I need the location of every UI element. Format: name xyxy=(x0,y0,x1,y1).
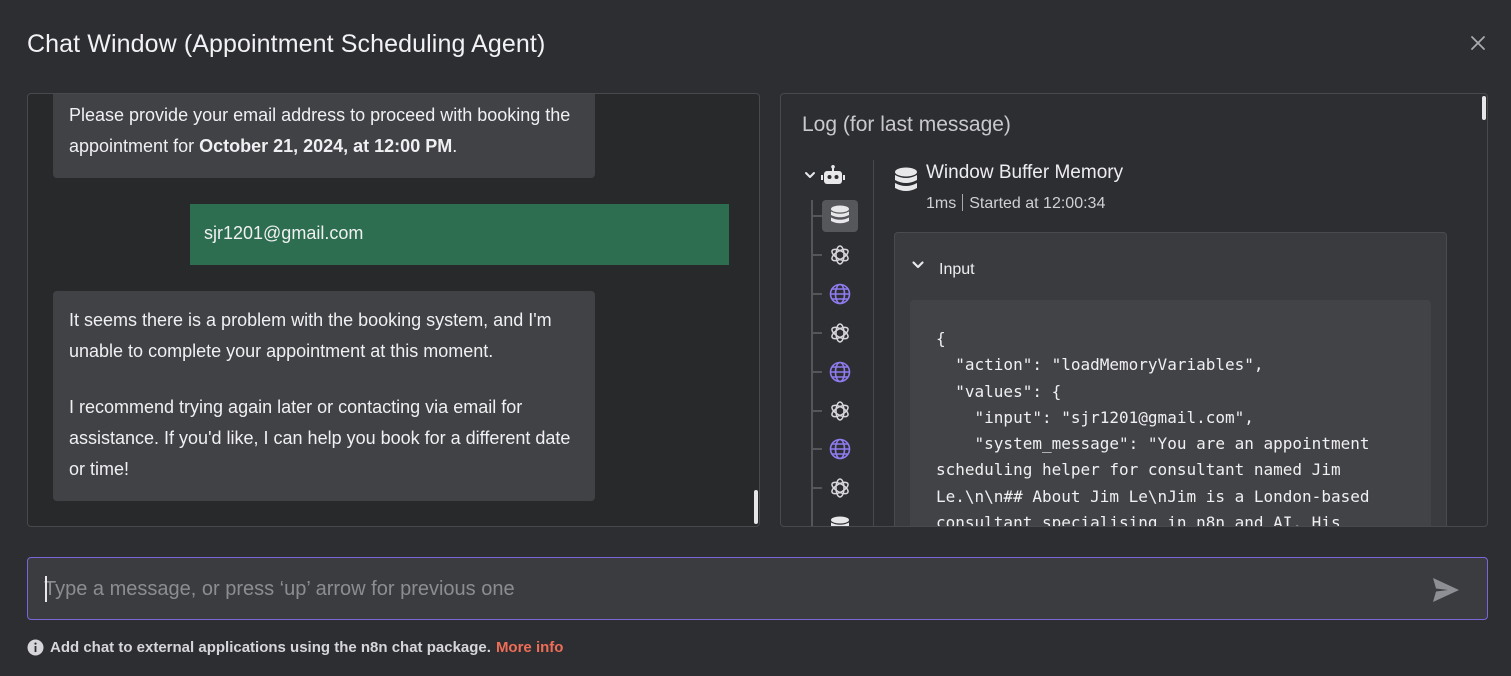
database-icon xyxy=(831,516,849,526)
message-bold-text: October 21, 2024, at 12:00 PM xyxy=(199,136,453,156)
window-title: Chat Window (Appointment Scheduling Agen… xyxy=(27,30,546,58)
tree-node-http-request[interactable] xyxy=(822,433,858,465)
log-scrollbar[interactable] xyxy=(1482,96,1486,120)
bot-message: It seems there is a problem with the boo… xyxy=(53,291,595,501)
log-title: Log (for last message) xyxy=(802,113,1011,136)
tree-node-window-buffer-memory[interactable] xyxy=(822,200,858,232)
database-icon xyxy=(895,167,917,191)
tree-connector xyxy=(812,410,822,412)
send-icon[interactable] xyxy=(1431,576,1461,604)
globe-icon xyxy=(829,361,851,383)
input-json-code: { "action": "loadMemoryVariables", "valu… xyxy=(936,329,1370,527)
input-section-label[interactable]: Input xyxy=(939,261,975,279)
database-icon xyxy=(831,205,849,224)
globe-icon xyxy=(829,283,851,305)
node-duration: 1ms xyxy=(926,195,957,212)
chat-scrollbar[interactable] xyxy=(754,490,758,524)
node-started-at: Started at 12:00:34 xyxy=(969,195,1106,212)
chat-messages-panel[interactable]: Please provide your email address to pro… xyxy=(27,93,760,527)
message-composer[interactable] xyxy=(27,557,1488,620)
footer-note: Add chat to external applications using … xyxy=(27,639,563,656)
close-icon[interactable] xyxy=(1466,31,1490,55)
selected-node-name: Window Buffer Memory xyxy=(926,162,1124,183)
tree-connector xyxy=(811,200,813,526)
tree-node-openai[interactable] xyxy=(822,239,858,271)
tree-connector xyxy=(812,332,822,334)
tree-node-memory[interactable] xyxy=(822,511,858,526)
tree-connector xyxy=(812,215,822,217)
message-text: sjr1201@gmail.com xyxy=(204,223,364,243)
bot-message: Please provide your email address to pro… xyxy=(53,94,595,178)
message-paragraph: I recommend trying again later or contac… xyxy=(69,397,571,479)
tree-connector xyxy=(812,448,822,450)
input-json-viewer: { "action": "loadMemoryVariables", "valu… xyxy=(910,300,1431,527)
tree-node-openai[interactable] xyxy=(822,317,858,349)
tree-connector xyxy=(812,293,822,295)
tree-connector xyxy=(812,371,822,373)
message-paragraph: It seems there is a problem with the boo… xyxy=(69,310,552,361)
more-info-link[interactable]: More info xyxy=(496,639,564,656)
chevron-down-icon[interactable] xyxy=(803,168,817,182)
openai-icon xyxy=(831,401,849,421)
tree-connector xyxy=(812,254,822,256)
tree-connector xyxy=(812,487,822,489)
openai-icon xyxy=(831,323,849,343)
openai-icon xyxy=(831,245,849,265)
meta-separator xyxy=(962,194,964,211)
log-divider xyxy=(873,160,874,526)
tree-node-openai[interactable] xyxy=(822,472,858,504)
text-caret xyxy=(45,576,47,602)
message-text: . xyxy=(452,136,458,156)
message-input[interactable] xyxy=(44,570,1414,608)
openai-icon xyxy=(831,478,849,498)
input-section: Input { "action": "loadMemoryVariables",… xyxy=(894,232,1447,527)
tree-node-openai[interactable] xyxy=(822,395,858,427)
footer-text: Add chat to external applications using … xyxy=(50,639,491,656)
tree-node-http-request[interactable] xyxy=(822,278,858,310)
chevron-down-icon[interactable] xyxy=(911,258,925,272)
chat-window-modal: Chat Window (Appointment Scheduling Agen… xyxy=(0,0,1511,676)
tree-node-http-request[interactable] xyxy=(822,356,858,388)
globe-icon xyxy=(829,438,851,460)
selected-node-meta: 1ms Started at 12:00:34 xyxy=(926,194,1105,213)
log-panel[interactable]: Log (for last message) Window Buffer Mem… xyxy=(780,93,1488,527)
robot-icon[interactable] xyxy=(821,165,845,187)
user-message: sjr1201@gmail.com xyxy=(190,204,729,265)
info-icon xyxy=(27,639,44,656)
